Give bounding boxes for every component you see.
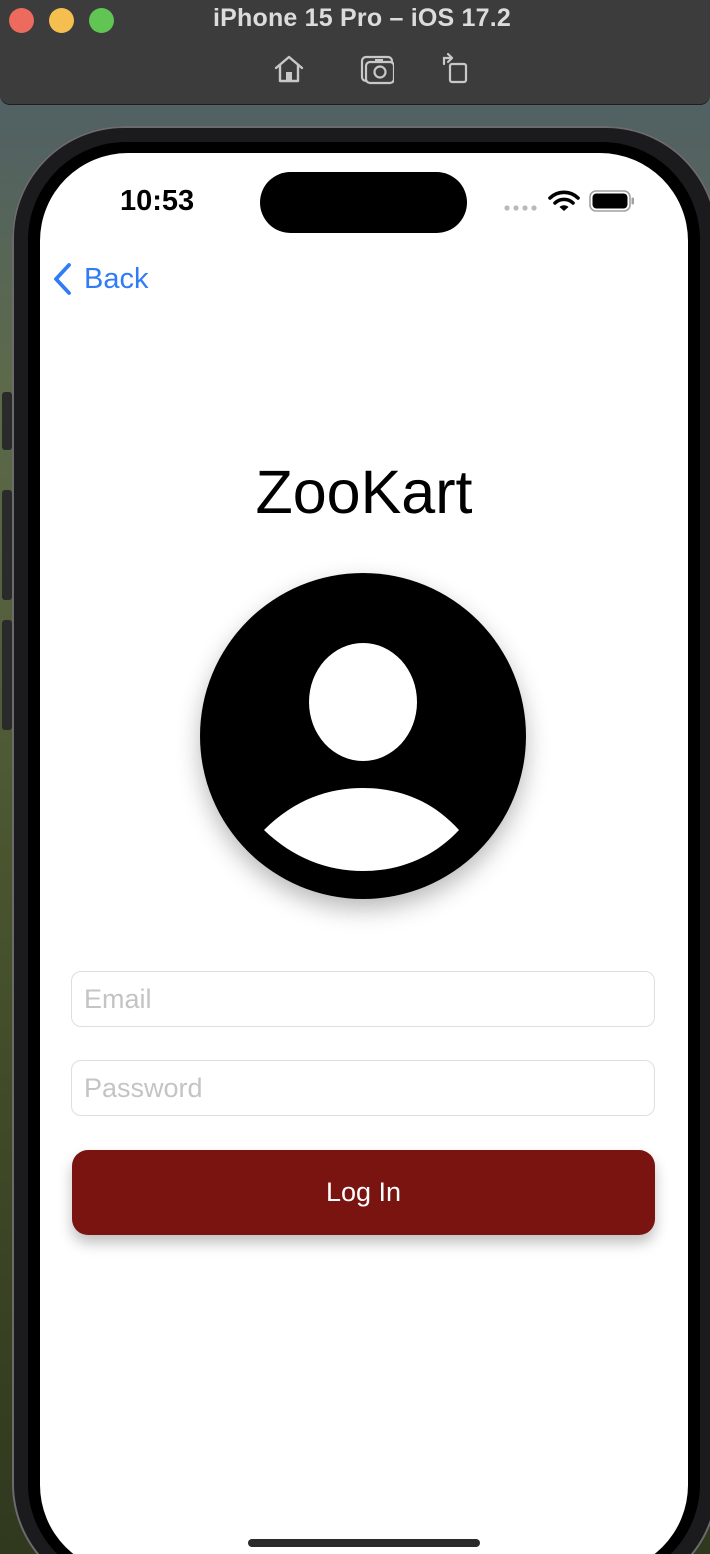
home-indicator[interactable]	[248, 1539, 480, 1547]
home-button[interactable]	[272, 52, 306, 86]
screenshot-icon	[360, 55, 396, 85]
email-field[interactable]	[71, 971, 655, 1027]
volume-up-button	[2, 490, 12, 600]
dynamic-island	[260, 172, 467, 233]
volume-down-button	[2, 620, 12, 730]
chevron-left-icon	[54, 263, 71, 295]
cellular-signal-icon	[504, 205, 537, 211]
battery-icon	[589, 190, 634, 212]
app-title: ZooKart	[255, 458, 473, 526]
login-button[interactable]: Log In	[72, 1150, 655, 1235]
simulator-title: iPhone 15 Pro – iOS 17.2	[213, 4, 511, 32]
simulator-titlebar: iPhone 15 Pro – iOS 17.2	[0, 0, 710, 105]
wifi-icon	[548, 190, 580, 211]
status-time: 10:53	[120, 185, 195, 217]
rotate-icon	[442, 52, 468, 84]
avatar	[200, 573, 526, 899]
login-button-label: Log In	[325, 1177, 402, 1207]
action-button	[2, 392, 12, 450]
home-icon	[274, 55, 304, 83]
person-circle-icon	[200, 573, 526, 899]
email-input[interactable]	[72, 972, 654, 1026]
password-field[interactable]	[71, 1060, 655, 1116]
password-input[interactable]	[72, 1061, 654, 1115]
rotate-button[interactable]	[440, 52, 474, 86]
screenshot-button[interactable]	[360, 52, 396, 86]
back-button-label: Back	[84, 262, 149, 295]
device-screen: 10:53 Back ZooKart Log In	[40, 153, 688, 1554]
back-button[interactable]: Back	[50, 259, 148, 299]
